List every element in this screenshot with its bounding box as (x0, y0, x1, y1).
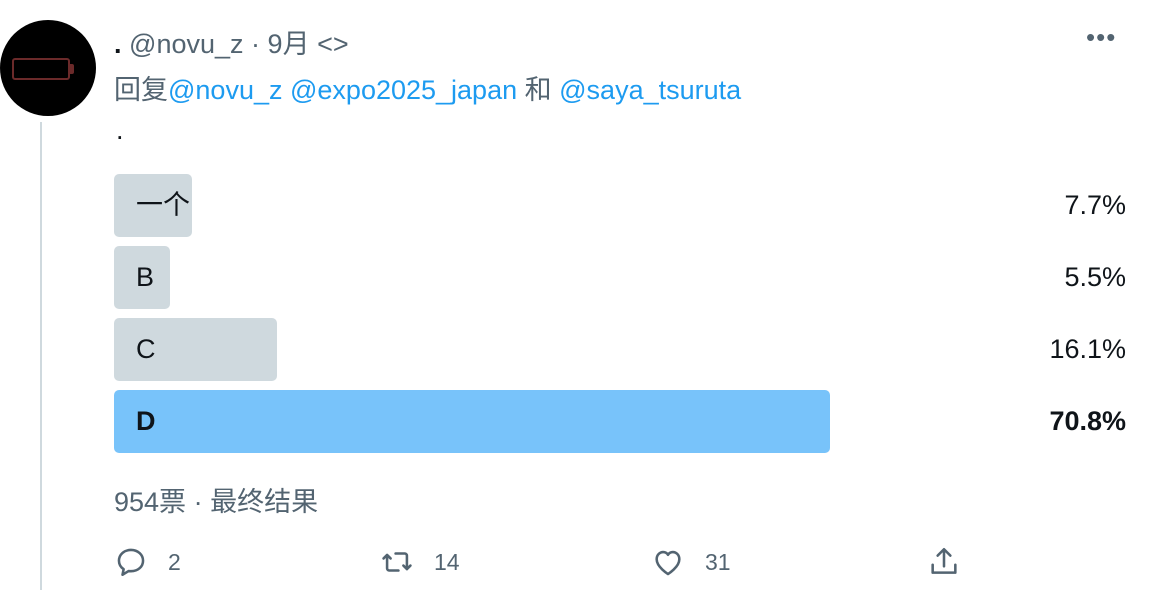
header-separator: · (251, 29, 261, 59)
poll-meta: 954票 · 最终结果 (114, 480, 318, 519)
poll-option-label: B (136, 262, 155, 292)
like-action[interactable]: 31 (651, 540, 731, 584)
tweet-header: . @novu_z · 9月 <> (114, 22, 349, 61)
share-action[interactable] (927, 540, 961, 584)
reply-prefix: 回复 (114, 75, 168, 105)
retweet-action[interactable]: 14 (380, 540, 460, 584)
like-icon (655, 550, 681, 576)
poll-votes: 954票 (114, 487, 187, 517)
reply-mention-novu[interactable]: @novu_z (168, 75, 282, 105)
poll-option-percent: 5.5% (1064, 262, 1126, 292)
reply-count: 2 (168, 548, 181, 575)
poll-option-label: D (136, 406, 156, 436)
reply-mention-saya[interactable]: @saya_tsuruta (559, 75, 741, 105)
poll-option-percent: 7.7% (1064, 190, 1126, 220)
poll-option-percent: 16.1% (1049, 334, 1126, 364)
poll-bar (114, 390, 830, 453)
poll-option-percent: 70.8% (1049, 406, 1126, 436)
reply-joiner: 和 (524, 75, 552, 105)
poll-option-label: 一个 (136, 190, 190, 220)
tweet-date[interactable]: 9月 (268, 29, 310, 59)
retweet-icon (382, 552, 412, 572)
share-icon (931, 547, 957, 574)
poll-meta-separator: · (193, 487, 203, 517)
poll-option-label: C (136, 334, 156, 364)
retweet-count: 14 (434, 548, 460, 575)
reply-action[interactable]: 2 (114, 540, 181, 584)
reply-to-line: 回复@novu_z @expo2025_japan 和 @saya_tsurut… (114, 68, 741, 107)
avatar-battery-icon (12, 58, 70, 80)
code-icon[interactable]: <> (317, 29, 349, 59)
thread-line (40, 122, 42, 590)
reply-mention-expo[interactable]: @expo2025_japan (290, 75, 517, 105)
more-icon[interactable]: ••• (1086, 22, 1116, 53)
like-count: 31 (705, 548, 731, 575)
avatar-battery-tip (70, 64, 74, 74)
handle[interactable]: @novu_z (129, 29, 243, 59)
poll-status: 最终结果 (210, 487, 319, 517)
display-name[interactable]: . (114, 29, 122, 59)
reply-icon (117, 548, 145, 577)
tweet-text: . (116, 115, 124, 145)
